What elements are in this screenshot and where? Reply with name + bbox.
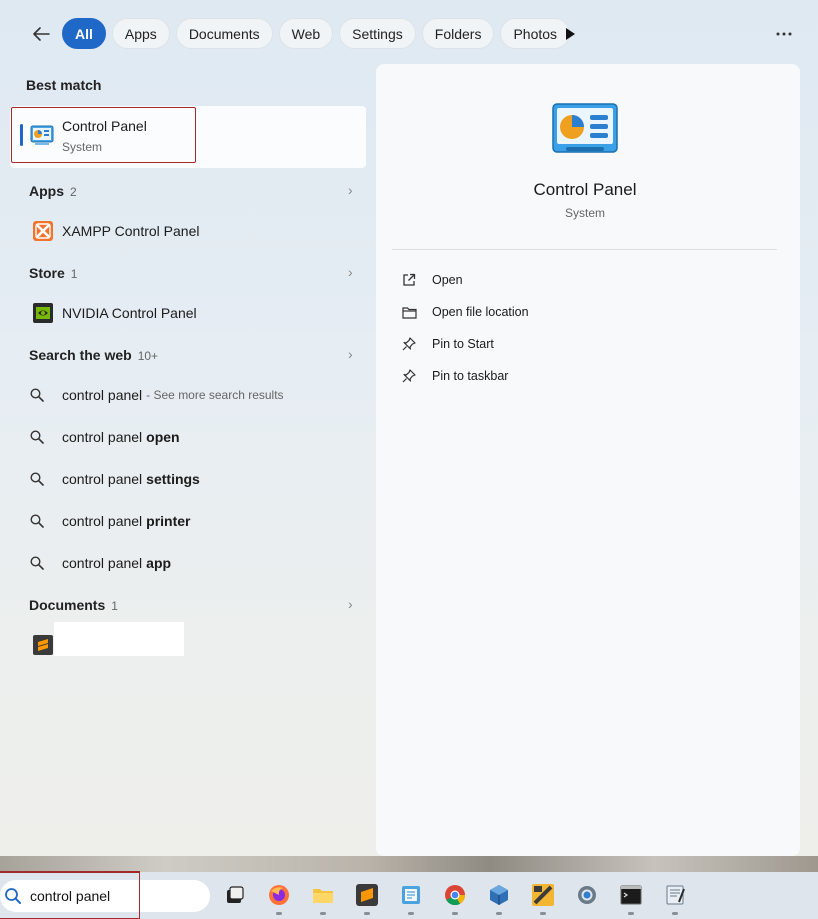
web-suggestion[interactable]: control panel printer <box>30 506 191 536</box>
search-icon <box>30 472 54 486</box>
detail-subtitle: System <box>564 206 605 220</box>
best-match-heading: Best match <box>26 77 102 93</box>
search-icon <box>30 514 54 528</box>
cs-app-icon[interactable] <box>530 882 556 908</box>
chevron-right-icon[interactable]: › <box>348 346 353 362</box>
running-indicator <box>672 912 678 915</box>
store-heading-label: Store <box>29 265 65 281</box>
running-indicator <box>364 912 370 915</box>
tab-documents[interactable]: Documents <box>175 18 273 49</box>
pin-icon <box>402 337 432 351</box>
sublime-text-icon <box>33 635 53 660</box>
open-external-icon <box>402 273 432 287</box>
apps-count: 2 <box>70 185 77 199</box>
web-suggestion[interactable]: control panel settings <box>30 464 200 494</box>
action-open[interactable]: Open <box>402 268 463 292</box>
action-label: Open file location <box>432 305 529 319</box>
action-pin-to-start[interactable]: Pin to Start <box>402 332 494 356</box>
running-indicator <box>320 912 326 915</box>
editor-icon[interactable] <box>662 882 688 908</box>
suggestion-prefix: control panel <box>62 555 143 571</box>
suggestion-term: settings <box>146 471 200 487</box>
web-suggestion[interactable]: control panel open <box>30 422 180 452</box>
web-result[interactable]: control panel - See more search results <box>30 380 284 410</box>
search-icon <box>30 388 54 402</box>
search-icon <box>30 556 54 570</box>
terminal-icon[interactable] <box>618 882 644 908</box>
see-more-results: - See more search results <box>146 388 284 402</box>
action-pin-to-taskbar[interactable]: Pin to taskbar <box>402 364 508 388</box>
tab-folders[interactable]: Folders <box>421 18 495 49</box>
apps-heading[interactable]: Apps 2 <box>29 183 77 199</box>
filter-tabs: All Apps Documents Web Settings Folders … <box>62 18 571 49</box>
tab-web[interactable]: Web <box>278 18 334 49</box>
running-indicator <box>496 912 502 915</box>
web-result-text: control panel <box>62 387 143 403</box>
file-explorer-icon[interactable] <box>310 882 336 908</box>
task-view-icon[interactable] <box>222 882 248 908</box>
running-indicator <box>452 912 458 915</box>
back-arrow-icon <box>33 27 50 41</box>
store-count: 1 <box>70 267 78 281</box>
notepad-icon[interactable] <box>398 882 424 908</box>
web-count: 10+ <box>137 349 159 363</box>
ellipsis-icon <box>776 32 792 36</box>
taskbar-highlight-outline <box>0 871 140 919</box>
search-icon <box>30 430 54 444</box>
folder-icon <box>402 306 432 319</box>
web-heading-label: Search the web <box>29 347 132 363</box>
store-heading[interactable]: Store 1 <box>29 265 77 281</box>
running-indicator <box>276 912 282 915</box>
highlight-outline <box>11 107 196 163</box>
action-label: Open <box>432 273 463 287</box>
xampp-icon <box>33 221 53 246</box>
running-indicator <box>628 912 634 915</box>
detail-title: Control Panel <box>533 180 637 199</box>
suggestion-prefix: control panel <box>62 429 143 445</box>
more-filters-button[interactable] <box>558 22 582 46</box>
chevron-right-icon[interactable]: › <box>348 182 353 198</box>
play-icon <box>566 28 575 40</box>
running-indicator <box>540 912 546 915</box>
suggestion-term: app <box>146 555 172 571</box>
tab-settings[interactable]: Settings <box>339 18 416 49</box>
app-result-xampp[interactable]: XAMPP Control Panel <box>62 223 199 239</box>
tab-apps[interactable]: Apps <box>111 18 170 49</box>
document-result-redacted[interactable] <box>54 622 184 656</box>
documents-heading[interactable]: Documents 1 <box>29 597 118 613</box>
chrome-icon[interactable] <box>442 882 468 908</box>
store-result-nvidia[interactable]: NVIDIA Control Panel <box>62 305 197 321</box>
firefox-icon[interactable] <box>266 882 292 908</box>
documents-count: 1 <box>111 599 118 613</box>
web-suggestion[interactable]: control panel app <box>30 548 171 578</box>
web-heading[interactable]: Search the web 10+ <box>29 347 158 363</box>
running-indicator <box>408 912 414 915</box>
suggestion-prefix: control panel <box>62 471 143 487</box>
action-open-file-location[interactable]: Open file location <box>402 300 529 324</box>
virtualbox-icon[interactable] <box>486 882 512 908</box>
documents-heading-label: Documents <box>29 597 106 613</box>
control-panel-large-icon <box>552 103 618 160</box>
apps-heading-label: Apps <box>29 183 64 199</box>
chevron-right-icon[interactable]: › <box>348 596 353 612</box>
back-button[interactable] <box>26 20 56 48</box>
suggestion-term: open <box>146 429 180 445</box>
sublime-text-icon[interactable] <box>354 882 380 908</box>
pin-icon <box>402 369 432 383</box>
action-label: Pin to Start <box>432 337 494 351</box>
suggestion-term: printer <box>146 513 191 529</box>
more-options-button[interactable] <box>772 22 796 46</box>
tab-all[interactable]: All <box>62 18 106 49</box>
suggestion-prefix: control panel <box>62 513 143 529</box>
nvidia-icon <box>33 303 53 328</box>
action-label: Pin to taskbar <box>432 369 509 383</box>
settings-icon[interactable] <box>574 882 600 908</box>
chevron-right-icon[interactable]: › <box>348 264 353 280</box>
divider <box>392 249 777 250</box>
